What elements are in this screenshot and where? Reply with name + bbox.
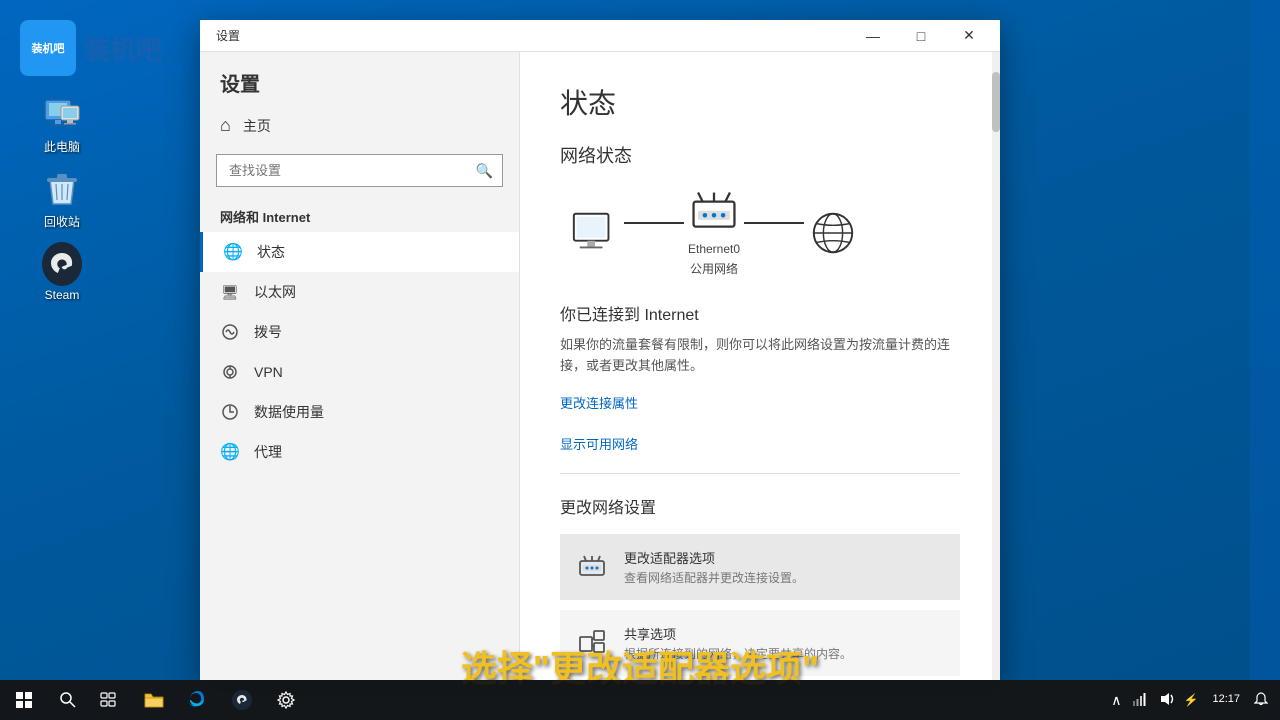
diagram-globe bbox=[808, 208, 858, 258]
taskbar-steam[interactable] bbox=[220, 680, 264, 720]
sidebar-home-item[interactable]: ⌂ 主页 bbox=[200, 105, 519, 146]
section-title: 网络状态 bbox=[560, 142, 960, 168]
connected-title: 你已连接到 Internet bbox=[560, 301, 960, 325]
nav-label-ethernet: 以太网 bbox=[254, 282, 296, 302]
taskbar-right: ∧ ⚡ 12:17 bbox=[1107, 691, 1280, 710]
window-body: 设置 ⌂ 主页 🔍 网络和 Internet 🌐 状态 🖥 以太 bbox=[200, 52, 1000, 680]
dial-icon bbox=[220, 322, 240, 342]
adapter-options-desc: 查看网络适配器并更改连接设置。 bbox=[624, 569, 804, 586]
computer-label: 此电脑 bbox=[44, 138, 80, 155]
start-button[interactable] bbox=[0, 680, 48, 720]
sharing-options-text: 共享选项 根据所连接到的网络，决定要共享的内容。 bbox=[624, 624, 852, 662]
volume-icon[interactable] bbox=[1154, 691, 1178, 710]
desktop-icons: 此电脑 回收站 bbox=[22, 90, 102, 306]
adapter-options-icon bbox=[576, 551, 608, 583]
diagram-line1 bbox=[624, 222, 684, 224]
vpn-icon bbox=[220, 362, 240, 382]
settings-sidebar: 设置 ⌂ 主页 🔍 网络和 Internet 🌐 状态 🖥 以太 bbox=[200, 52, 520, 680]
nav-label-status: 状态 bbox=[257, 242, 285, 262]
sharing-options-title: 共享选项 bbox=[624, 624, 852, 643]
window-controls: — □ ✕ bbox=[850, 20, 992, 52]
title-bar: 设置 — □ ✕ bbox=[200, 20, 1000, 52]
sharing-options-item[interactable]: 共享选项 根据所连接到的网络，决定要共享的内容。 bbox=[560, 610, 960, 676]
right-sidebar-decoration bbox=[1250, 0, 1280, 720]
minimize-button[interactable]: — bbox=[850, 20, 896, 52]
zjb-logo-area: 装机吧 装机吧 bbox=[20, 20, 162, 76]
desktop-icon-steam[interactable]: Steam bbox=[22, 240, 102, 306]
steam-label: Steam bbox=[45, 288, 80, 302]
ethernet-icon: 🖥 bbox=[220, 282, 240, 302]
zjb-title: 装机吧 bbox=[84, 30, 162, 67]
status-icon: 🌐 bbox=[223, 242, 243, 262]
desktop-icon-computer[interactable]: 此电脑 bbox=[22, 90, 102, 159]
sharing-options-icon bbox=[576, 627, 608, 659]
nav-item-status[interactable]: 🌐 状态 bbox=[200, 232, 519, 272]
zjb-logo-box: 装机吧 bbox=[20, 20, 76, 76]
home-icon: ⌂ bbox=[220, 115, 231, 136]
change-connection-link[interactable]: 更改连接属性 bbox=[560, 393, 960, 412]
home-label: 主页 bbox=[243, 116, 271, 136]
steam-icon bbox=[42, 244, 82, 284]
search-icon: 🔍 bbox=[476, 162, 493, 179]
network-diagram: Ethernet0 公用网络 bbox=[560, 188, 960, 277]
nav-label-vpn: VPN bbox=[254, 364, 283, 380]
diagram-line2 bbox=[744, 222, 804, 224]
recycle-icon bbox=[42, 169, 82, 209]
desktop: 装机吧 装机吧 此电脑 bbox=[0, 0, 1280, 720]
svg-text:装机吧: 装机吧 bbox=[31, 41, 65, 55]
nav-section-header: 网络和 Internet bbox=[200, 195, 519, 232]
adapter-options-text: 更改适配器选项 查看网络适配器并更改连接设置。 bbox=[624, 548, 804, 586]
settings-window: 设置 — □ ✕ 设置 ⌂ 主页 🔍 网络和 Internet bbox=[200, 20, 1000, 680]
show-hidden-icons[interactable]: ∧ bbox=[1107, 692, 1125, 709]
section-divider bbox=[560, 473, 960, 474]
sidebar-title: 设置 bbox=[200, 52, 519, 105]
nav-item-dial[interactable]: 拨号 bbox=[200, 312, 519, 352]
proxy-icon: 🌐 bbox=[220, 442, 240, 462]
nav-label-proxy: 代理 bbox=[254, 442, 282, 462]
scrollbar-thumb[interactable] bbox=[992, 72, 1000, 132]
adapter-options-title: 更改适配器选项 bbox=[624, 548, 804, 567]
change-network-title: 更改网络设置 bbox=[560, 494, 960, 518]
taskbar-fileexplorer[interactable] bbox=[132, 680, 176, 720]
nav-item-vpn[interactable]: VPN bbox=[200, 352, 519, 392]
window-title: 设置 bbox=[208, 27, 240, 44]
maximize-button[interactable]: □ bbox=[898, 20, 944, 52]
desktop-icon-recycle[interactable]: 回收站 bbox=[22, 165, 102, 234]
show-available-networks-link[interactable]: 显示可用网络 bbox=[560, 434, 960, 453]
taskbar-taskview-button[interactable] bbox=[88, 680, 128, 720]
taskbar-edge[interactable] bbox=[176, 680, 220, 720]
sharing-options-desc: 根据所连接到的网络，决定要共享的内容。 bbox=[624, 645, 852, 662]
scrollbar-track bbox=[992, 52, 1000, 680]
nav-item-data[interactable]: 数据使用量 bbox=[200, 392, 519, 432]
nav-label-dial: 拨号 bbox=[254, 322, 282, 342]
taskbar-search-button[interactable] bbox=[48, 680, 88, 720]
connected-desc: 如果你的流量套餐有限制，则你可以将此网络设置为按流量计费的连接，或者更改其他属性… bbox=[560, 335, 960, 377]
computer-icon bbox=[42, 94, 82, 134]
adapter-options-item[interactable]: 更改适配器选项 查看网络适配器并更改连接设置。 bbox=[560, 534, 960, 600]
recycle-label: 回收站 bbox=[44, 213, 80, 230]
network-icon[interactable] bbox=[1128, 691, 1152, 710]
nav-item-ethernet[interactable]: 🖥 以太网 bbox=[200, 272, 519, 312]
nav-item-proxy[interactable]: 🌐 代理 bbox=[200, 432, 519, 472]
page-title: 状态 bbox=[560, 82, 960, 122]
notification-button[interactable] bbox=[1250, 692, 1272, 709]
diagram-adapter: Ethernet0 公用网络 bbox=[688, 188, 740, 277]
data-icon bbox=[220, 402, 240, 422]
taskbar: ∧ ⚡ 12:17 bbox=[0, 680, 1280, 720]
taskbar-clock[interactable]: 12:17 bbox=[1204, 692, 1248, 707]
taskbar-apps bbox=[128, 680, 1107, 720]
close-button[interactable]: ✕ bbox=[946, 20, 992, 52]
search-box: 🔍 bbox=[216, 154, 503, 187]
network-type-label: 公用网络 bbox=[690, 260, 738, 277]
diagram-pc bbox=[570, 208, 620, 258]
adapter-label: Ethernet0 bbox=[688, 242, 740, 256]
nav-label-data: 数据使用量 bbox=[254, 402, 324, 422]
taskbar-settings[interactable] bbox=[264, 680, 308, 720]
search-input[interactable] bbox=[216, 154, 503, 187]
power-icon[interactable]: ⚡ bbox=[1180, 693, 1203, 707]
main-content: 状态 网络状态 bbox=[520, 52, 1000, 680]
